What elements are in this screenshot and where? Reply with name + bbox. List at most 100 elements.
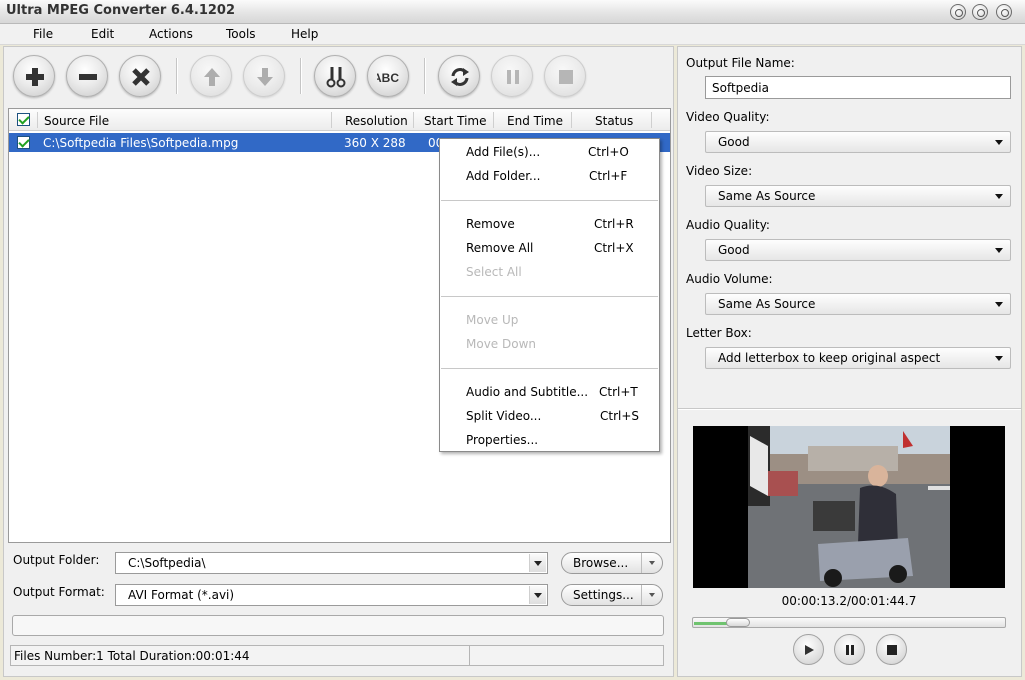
menu-tools[interactable]: Tools [226, 27, 256, 41]
row-source-file: C:\Softpedia Files\Softpedia.mpg [43, 136, 239, 150]
cut-button[interactable] [314, 55, 356, 97]
context-menu-add-files[interactable]: Add File(s)... [466, 145, 540, 159]
playback-timecode: 00:00:13.2/00:01:44.7 [781, 594, 917, 608]
pause-button[interactable] [491, 55, 533, 97]
output-file-name-input[interactable]: Softpedia [705, 76, 1011, 99]
stop-playback-button[interactable] [876, 634, 907, 665]
column-end-time[interactable]: End Time [507, 114, 563, 128]
context-menu-move-down[interactable]: Move Down [466, 337, 536, 351]
context-menu-move-up[interactable]: Move Up [466, 313, 518, 327]
stop-icon [559, 70, 573, 84]
browse-label: Browse... [573, 556, 629, 570]
context-menu-remove[interactable]: Remove [466, 217, 515, 231]
pause-playback-button[interactable] [834, 634, 865, 665]
move-down-button[interactable] [243, 55, 285, 97]
menu-file[interactable]: File [33, 27, 53, 41]
settings-label: Settings... [573, 588, 634, 602]
column-resolution[interactable]: Resolution [345, 114, 408, 128]
select-all-checkbox[interactable] [17, 113, 30, 126]
row-checkbox[interactable] [17, 136, 30, 149]
arrow-up-icon [204, 68, 220, 86]
pause-icon [846, 645, 854, 655]
context-menu-audio-subtitle[interactable]: Audio and Subtitle... [466, 385, 588, 399]
context-menu-select-all[interactable]: Select All [466, 265, 522, 279]
output-format-value: AVI Format (*.avi) [128, 588, 235, 602]
row-resolution: 360 X 288 [344, 136, 406, 150]
window-title: Ultra MPEG Converter 6.4.1202 [6, 3, 236, 18]
context-menu-split-video[interactable]: Split Video... [466, 409, 541, 423]
shortcut-add-files: Ctrl+O [588, 145, 629, 159]
x-icon [132, 68, 150, 86]
move-up-button[interactable] [190, 55, 232, 97]
pause-icon [507, 70, 519, 84]
convert-button[interactable] [438, 55, 480, 97]
context-menu-add-folder[interactable]: Add Folder... [466, 169, 540, 183]
chevron-down-icon[interactable] [529, 554, 546, 572]
audio-quality-label: Audio Quality: [686, 218, 770, 232]
toolbar-separator [176, 58, 178, 94]
minimize-button[interactable] [950, 4, 966, 20]
title-bar: Ultra MPEG Converter 6.4.1202 [0, 0, 1025, 24]
seek-slider[interactable] [692, 617, 1006, 628]
audio-volume-value: Same As Source [718, 297, 816, 311]
remove-button[interactable] [66, 55, 108, 97]
play-button[interactable] [793, 634, 824, 665]
column-status[interactable]: Status [595, 114, 633, 128]
menu-actions[interactable]: Actions [149, 27, 193, 41]
column-source-file[interactable]: Source File [44, 114, 109, 128]
seek-thumb[interactable] [726, 618, 750, 627]
svg-text:ABC: ABC [377, 71, 399, 85]
abc-icon: ABC [377, 71, 399, 85]
output-folder-combo[interactable]: C:\Softpedia\ [115, 552, 548, 574]
shortcut-add-folder: Ctrl+F [589, 169, 628, 183]
video-quality-label: Video Quality: [686, 110, 770, 124]
shortcut-split-video: Ctrl+S [600, 409, 640, 423]
close-button[interactable] [996, 4, 1012, 20]
video-scene-image [748, 426, 950, 588]
stop-button[interactable] [544, 55, 586, 97]
video-size-select[interactable]: Same As Source [705, 185, 1011, 207]
context-menu: Add File(s)... Ctrl+O Add Folder... Ctrl… [439, 138, 660, 452]
letter-box-select[interactable]: Add letterbox to keep original aspect [705, 347, 1011, 369]
context-menu-remove-all[interactable]: Remove All [466, 241, 533, 255]
menu-edit[interactable]: Edit [91, 27, 114, 41]
video-preview [693, 426, 1005, 588]
video-quality-select[interactable]: Good [705, 131, 1011, 153]
stop-icon [887, 645, 897, 655]
refresh-icon [451, 68, 469, 86]
output-format-combo[interactable]: AVI Format (*.avi) [115, 584, 548, 606]
browse-button[interactable]: Browse... [561, 552, 663, 574]
add-file-button[interactable] [13, 55, 55, 97]
video-size-value: Same As Source [718, 189, 816, 203]
audio-quality-value: Good [718, 243, 750, 257]
chevron-down-icon[interactable] [529, 586, 546, 604]
rename-button[interactable]: ABC [367, 55, 409, 97]
chevron-down-icon[interactable] [641, 553, 662, 573]
shortcut-remove-all: Ctrl+X [594, 241, 634, 255]
maximize-button[interactable] [972, 4, 988, 20]
menu-help[interactable]: Help [291, 27, 318, 41]
output-folder-value: C:\Softpedia\ [128, 556, 206, 570]
output-file-name-value: Softpedia [712, 81, 769, 95]
clear-button[interactable] [119, 55, 161, 97]
audio-quality-select[interactable]: Good [705, 239, 1011, 261]
context-menu-properties[interactable]: Properties... [466, 433, 538, 447]
conversion-progress-bar [12, 615, 664, 636]
audio-volume-select[interactable]: Same As Source [705, 293, 1011, 315]
video-frame [748, 426, 950, 588]
status-bar-cell [469, 646, 663, 665]
settings-button[interactable]: Settings... [561, 584, 663, 606]
video-quality-value: Good [718, 135, 750, 149]
shortcut-audio-subtitle: Ctrl+T [599, 385, 638, 399]
toolbar-separator [300, 58, 302, 94]
status-bar: Files Number:1 Total Duration:00:01:44 [10, 645, 664, 666]
column-start-time[interactable]: Start Time [424, 114, 487, 128]
play-icon [805, 645, 814, 655]
output-file-name-label: Output File Name: [686, 56, 795, 70]
plus-icon [26, 68, 44, 86]
chevron-down-icon[interactable] [641, 585, 662, 605]
letter-box-value: Add letterbox to keep original aspect [718, 351, 941, 365]
menu-separator [441, 368, 658, 369]
menu-separator [441, 200, 658, 201]
status-text: Files Number:1 Total Duration:00:01:44 [14, 649, 250, 663]
